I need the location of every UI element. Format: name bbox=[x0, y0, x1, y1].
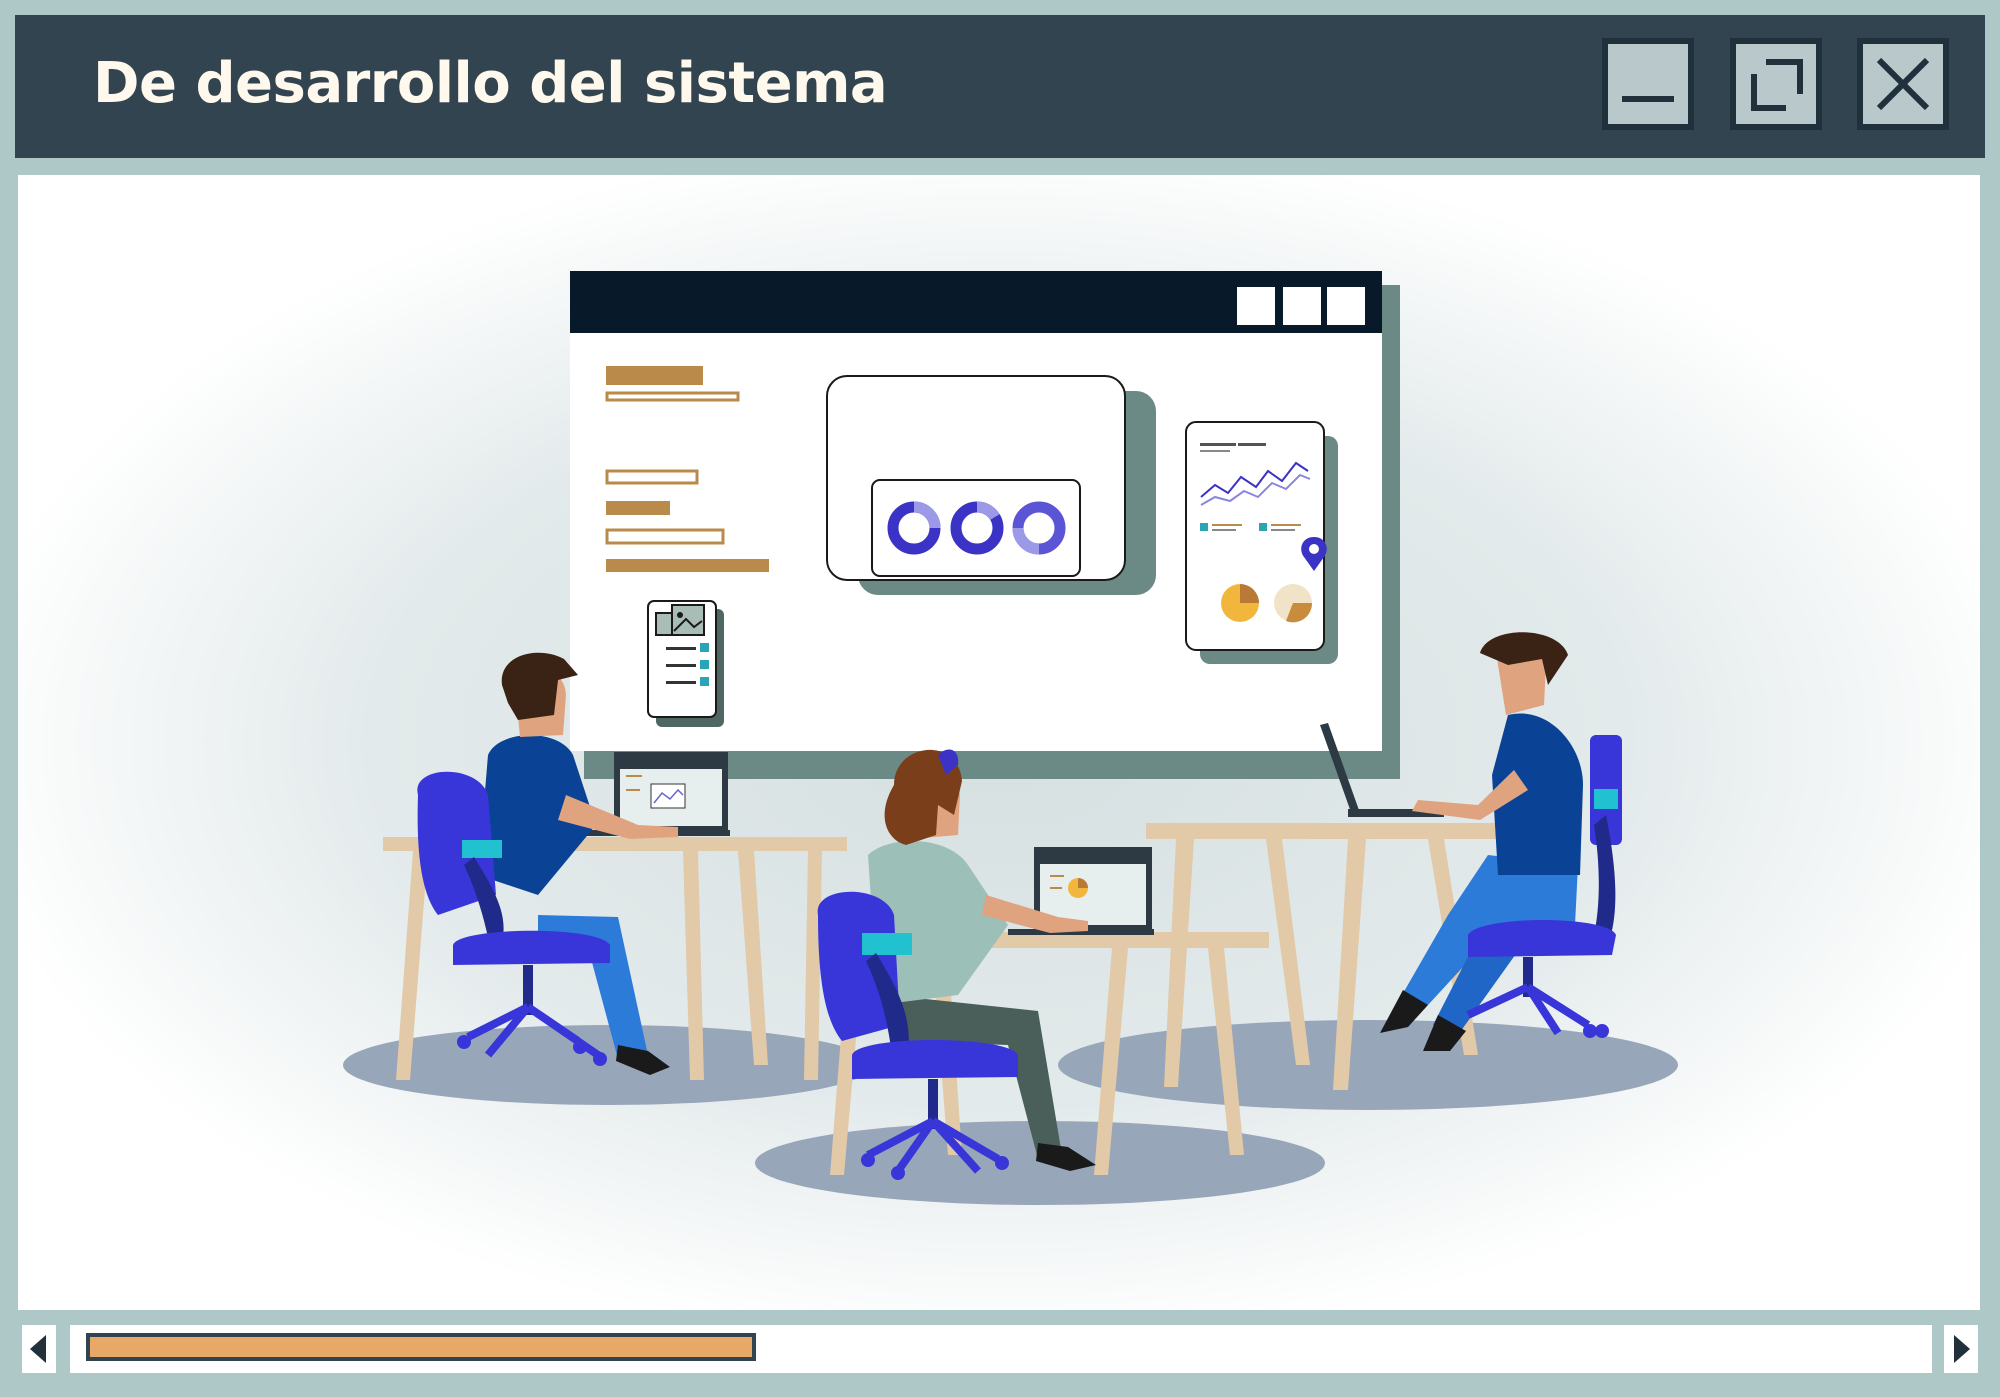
presentation-board bbox=[570, 271, 1400, 779]
scroll-left-button[interactable] bbox=[22, 1325, 56, 1373]
minimize-button[interactable] bbox=[1602, 38, 1694, 130]
minimize-icon bbox=[1622, 96, 1674, 102]
app-window: De desarrollo del sistema bbox=[0, 0, 2000, 1397]
analytics-phone-card bbox=[1185, 421, 1338, 664]
scroll-right-button[interactable] bbox=[1944, 1325, 1978, 1373]
image-document-card bbox=[647, 600, 724, 727]
board-window-button bbox=[1327, 287, 1365, 325]
donut-chart-card bbox=[826, 375, 1156, 595]
arrow-right-icon bbox=[1954, 1335, 1970, 1363]
restore-button[interactable] bbox=[1730, 38, 1822, 130]
scroll-thumb[interactable] bbox=[86, 1333, 756, 1361]
horizontal-scrollbar[interactable] bbox=[22, 1325, 1978, 1375]
illustration-area bbox=[18, 175, 1980, 1310]
team-illustration bbox=[343, 271, 1678, 1205]
arrow-left-icon bbox=[30, 1335, 46, 1363]
window-title: De desarrollo del sistema bbox=[93, 51, 888, 116]
restore-icon bbox=[1751, 59, 1803, 111]
floor-shadow bbox=[343, 1025, 873, 1105]
person-center bbox=[868, 749, 1096, 1171]
title-bar: De desarrollo del sistema bbox=[15, 15, 1985, 158]
scroll-track[interactable] bbox=[70, 1325, 1932, 1373]
person-right bbox=[1380, 632, 1583, 1051]
close-button[interactable] bbox=[1857, 38, 1949, 130]
close-icon bbox=[1876, 57, 1930, 111]
board-window-button bbox=[1283, 287, 1321, 325]
board-window-button bbox=[1237, 287, 1275, 325]
